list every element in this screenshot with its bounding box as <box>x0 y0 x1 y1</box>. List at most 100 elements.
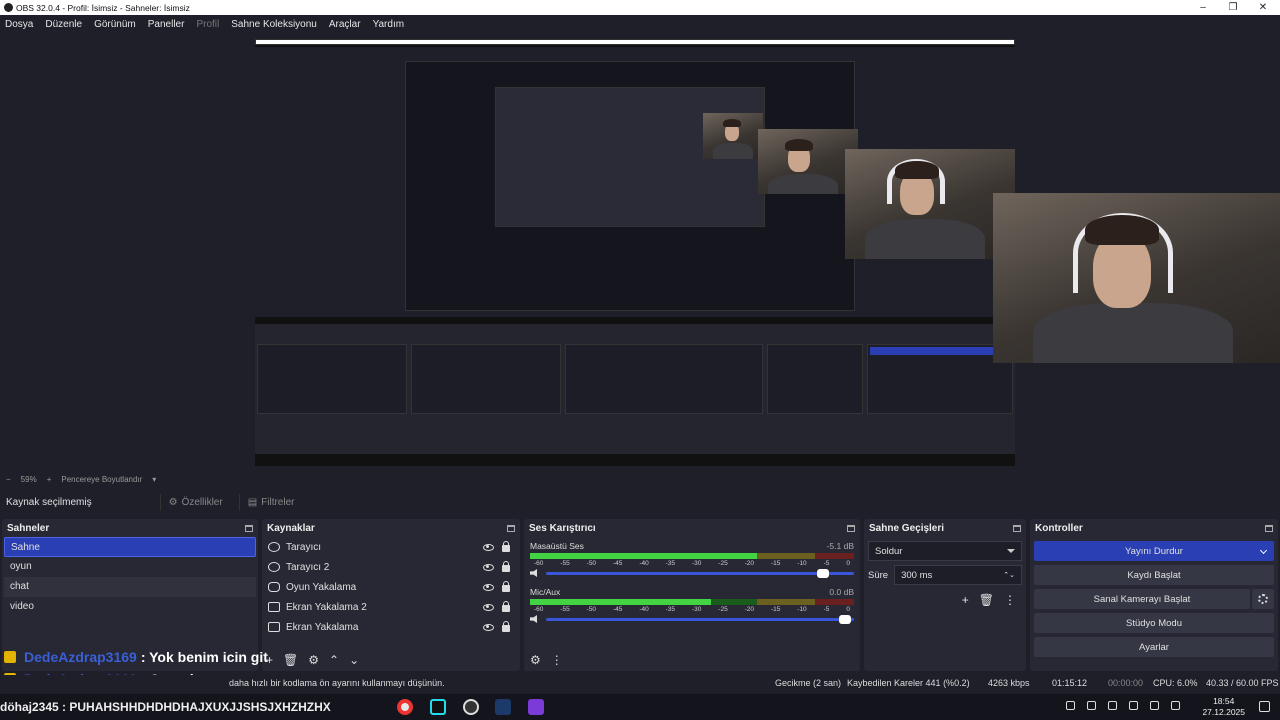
chrome-icon[interactable] <box>397 699 413 715</box>
undock-icon[interactable] <box>847 524 855 532</box>
notification-icon[interactable] <box>1259 701 1270 712</box>
tiktok-icon[interactable] <box>430 699 446 715</box>
app-icon[interactable] <box>528 699 544 715</box>
source-item[interactable]: Ekran Yakalama <box>262 617 520 637</box>
menu-araclar[interactable]: Araçlar <box>329 19 361 30</box>
source-item[interactable]: Tarayıcı <box>262 537 520 557</box>
taskbar-clock[interactable]: 18:54 27.12.2025 <box>1202 696 1245 718</box>
channel-db: 0.0 dB <box>829 587 854 597</box>
stop-streaming-button[interactable]: Yayını Durdur <box>1034 541 1274 561</box>
preview-area[interactable] <box>0 33 1280 470</box>
menu-profil[interactable]: Profil <box>196 19 219 30</box>
fit-to-window-button[interactable]: Pencereye Boyutlandır <box>61 475 142 484</box>
preview-canvas[interactable] <box>255 39 1015 466</box>
start-recording-button[interactable]: Kaydı Başlat <box>1034 565 1274 585</box>
volume-knob[interactable] <box>838 614 851 624</box>
zoom-out-button[interactable]: − <box>6 475 11 484</box>
battery-icon[interactable] <box>1171 701 1180 710</box>
scale-tick: -5 <box>823 606 830 613</box>
steam-icon[interactable] <box>495 699 511 715</box>
menu-yardim[interactable]: Yardım <box>373 19 405 30</box>
scale-tick: -40 <box>639 560 649 567</box>
scene-item-oyun[interactable]: oyun <box>4 557 256 577</box>
menu-dosya[interactable]: Dosya <box>5 19 33 30</box>
volume-icon[interactable] <box>1150 701 1159 710</box>
advanced-audio-icon[interactable]: ⚙ <box>530 653 541 667</box>
start-virtual-camera-button[interactable]: Sanal Kamerayı Başlat <box>1034 589 1250 609</box>
zoom-bar: − 59% + Pencereye Boyutlandır ▾ <box>0 472 1280 486</box>
source-item[interactable]: Ekran Yakalama 2 <box>262 597 520 617</box>
chat-badge-icon <box>4 651 16 663</box>
restore-icon[interactable]: ❐ <box>1218 0 1248 15</box>
speaker-icon[interactable] <box>530 615 537 623</box>
undock-icon[interactable] <box>245 524 253 532</box>
scene-transitions-dock: Sahne Geçişleri Soldur Süre 300 ms ⌃⌄ + 🗑… <box>864 519 1026 671</box>
scene-item-chat[interactable]: chat <box>4 577 256 597</box>
monitor-icon <box>268 622 280 632</box>
scale-tick: -45 <box>612 560 623 567</box>
button-label: Sanal Kamerayı Başlat <box>1093 593 1191 605</box>
virtual-camera-settings-button[interactable] <box>1252 589 1274 609</box>
zoom-dropdown-icon[interactable]: ▾ <box>152 475 156 484</box>
remove-transition-icon[interactable]: 🗑 <box>979 593 994 607</box>
volume-slider[interactable] <box>546 614 854 624</box>
menu-sahne-koleksiyonu[interactable]: Sahne Koleksiyonu <box>231 19 317 30</box>
scale-tick: -10 <box>797 560 807 567</box>
move-down-icon[interactable]: ⌄ <box>349 653 359 667</box>
wifi-icon[interactable] <box>1129 701 1138 710</box>
transition-select[interactable]: Soldur <box>868 541 1022 561</box>
move-up-icon[interactable]: ⌃ <box>329 653 339 667</box>
zoom-in-button[interactable]: + <box>47 475 52 484</box>
chevron-down-icon[interactable] <box>1259 546 1268 555</box>
clock-time: 18:54 <box>1213 696 1235 706</box>
lock-icon[interactable] <box>502 621 510 632</box>
volume-knob[interactable] <box>817 568 830 578</box>
settings-button[interactable]: Ayarlar <box>1034 637 1274 657</box>
lock-icon[interactable] <box>502 581 510 592</box>
minimize-icon[interactable]: – <box>1188 0 1218 15</box>
filters-label: Filtreler <box>261 496 295 508</box>
keyboard-icon[interactable] <box>1066 701 1075 710</box>
visibility-eye-icon[interactable] <box>483 543 494 551</box>
lock-icon[interactable] <box>502 541 510 552</box>
source-properties-icon[interactable]: ⚙ <box>308 653 319 667</box>
scene-item-video[interactable]: video <box>4 597 256 617</box>
scale-tick: -20 <box>744 606 755 613</box>
visibility-eye-icon[interactable] <box>483 563 494 571</box>
duration-label: Süre <box>868 569 889 581</box>
transition-menu-icon[interactable]: ⋮ <box>1004 593 1016 607</box>
chat-message: DedeAzdrap3169: Yok benim icin git <box>0 646 300 668</box>
lock-icon[interactable] <box>502 561 510 572</box>
close-icon[interactable]: ✕ <box>1248 0 1278 15</box>
source-item[interactable]: Tarayıcı 2 <box>262 557 520 577</box>
volume-slider[interactable] <box>546 568 854 578</box>
sources-dock: Kaynaklar Tarayıcı Tarayıcı 2 Oyun Yakal… <box>262 519 520 671</box>
menu-paneller[interactable]: Paneller <box>148 19 185 30</box>
menu-duzenle[interactable]: Düzenle <box>45 19 82 30</box>
webcam-feed <box>993 193 1280 363</box>
mixer-menu-icon[interactable]: ⋮ <box>551 653 563 667</box>
spin-arrows-icon[interactable]: ⌃⌄ <box>1003 571 1015 579</box>
chevron-up-icon[interactable] <box>1087 701 1096 710</box>
visibility-eye-icon[interactable] <box>483 603 494 611</box>
visibility-eye-icon[interactable] <box>483 623 494 631</box>
undock-icon[interactable] <box>1265 524 1273 532</box>
channel-name: Masaüstü Ses <box>530 541 584 551</box>
lock-icon[interactable] <box>502 601 510 612</box>
obs-icon[interactable] <box>463 699 479 715</box>
filters-button[interactable]: ▤ Filtreler <box>238 493 303 511</box>
status-fps: 40.33 / 60.00 FPS <box>1206 678 1279 688</box>
source-item[interactable]: Oyun Yakalama <box>262 577 520 597</box>
undock-icon[interactable] <box>1013 524 1021 532</box>
undock-icon[interactable] <box>507 524 515 532</box>
duration-spinbox[interactable]: 300 ms ⌃⌄ <box>894 565 1022 585</box>
browser-icon <box>268 542 280 552</box>
menu-gorunum[interactable]: Görünüm <box>94 19 136 30</box>
properties-button[interactable]: ⚙ Özellikler <box>159 493 231 511</box>
visibility-eye-icon[interactable] <box>483 583 494 591</box>
speaker-icon[interactable] <box>530 569 537 577</box>
scene-item-sahne[interactable]: Sahne <box>4 537 256 557</box>
studio-mode-button[interactable]: Stüdyo Modu <box>1034 613 1274 633</box>
add-transition-icon[interactable]: + <box>962 593 969 607</box>
microphone-icon[interactable] <box>1108 701 1117 710</box>
